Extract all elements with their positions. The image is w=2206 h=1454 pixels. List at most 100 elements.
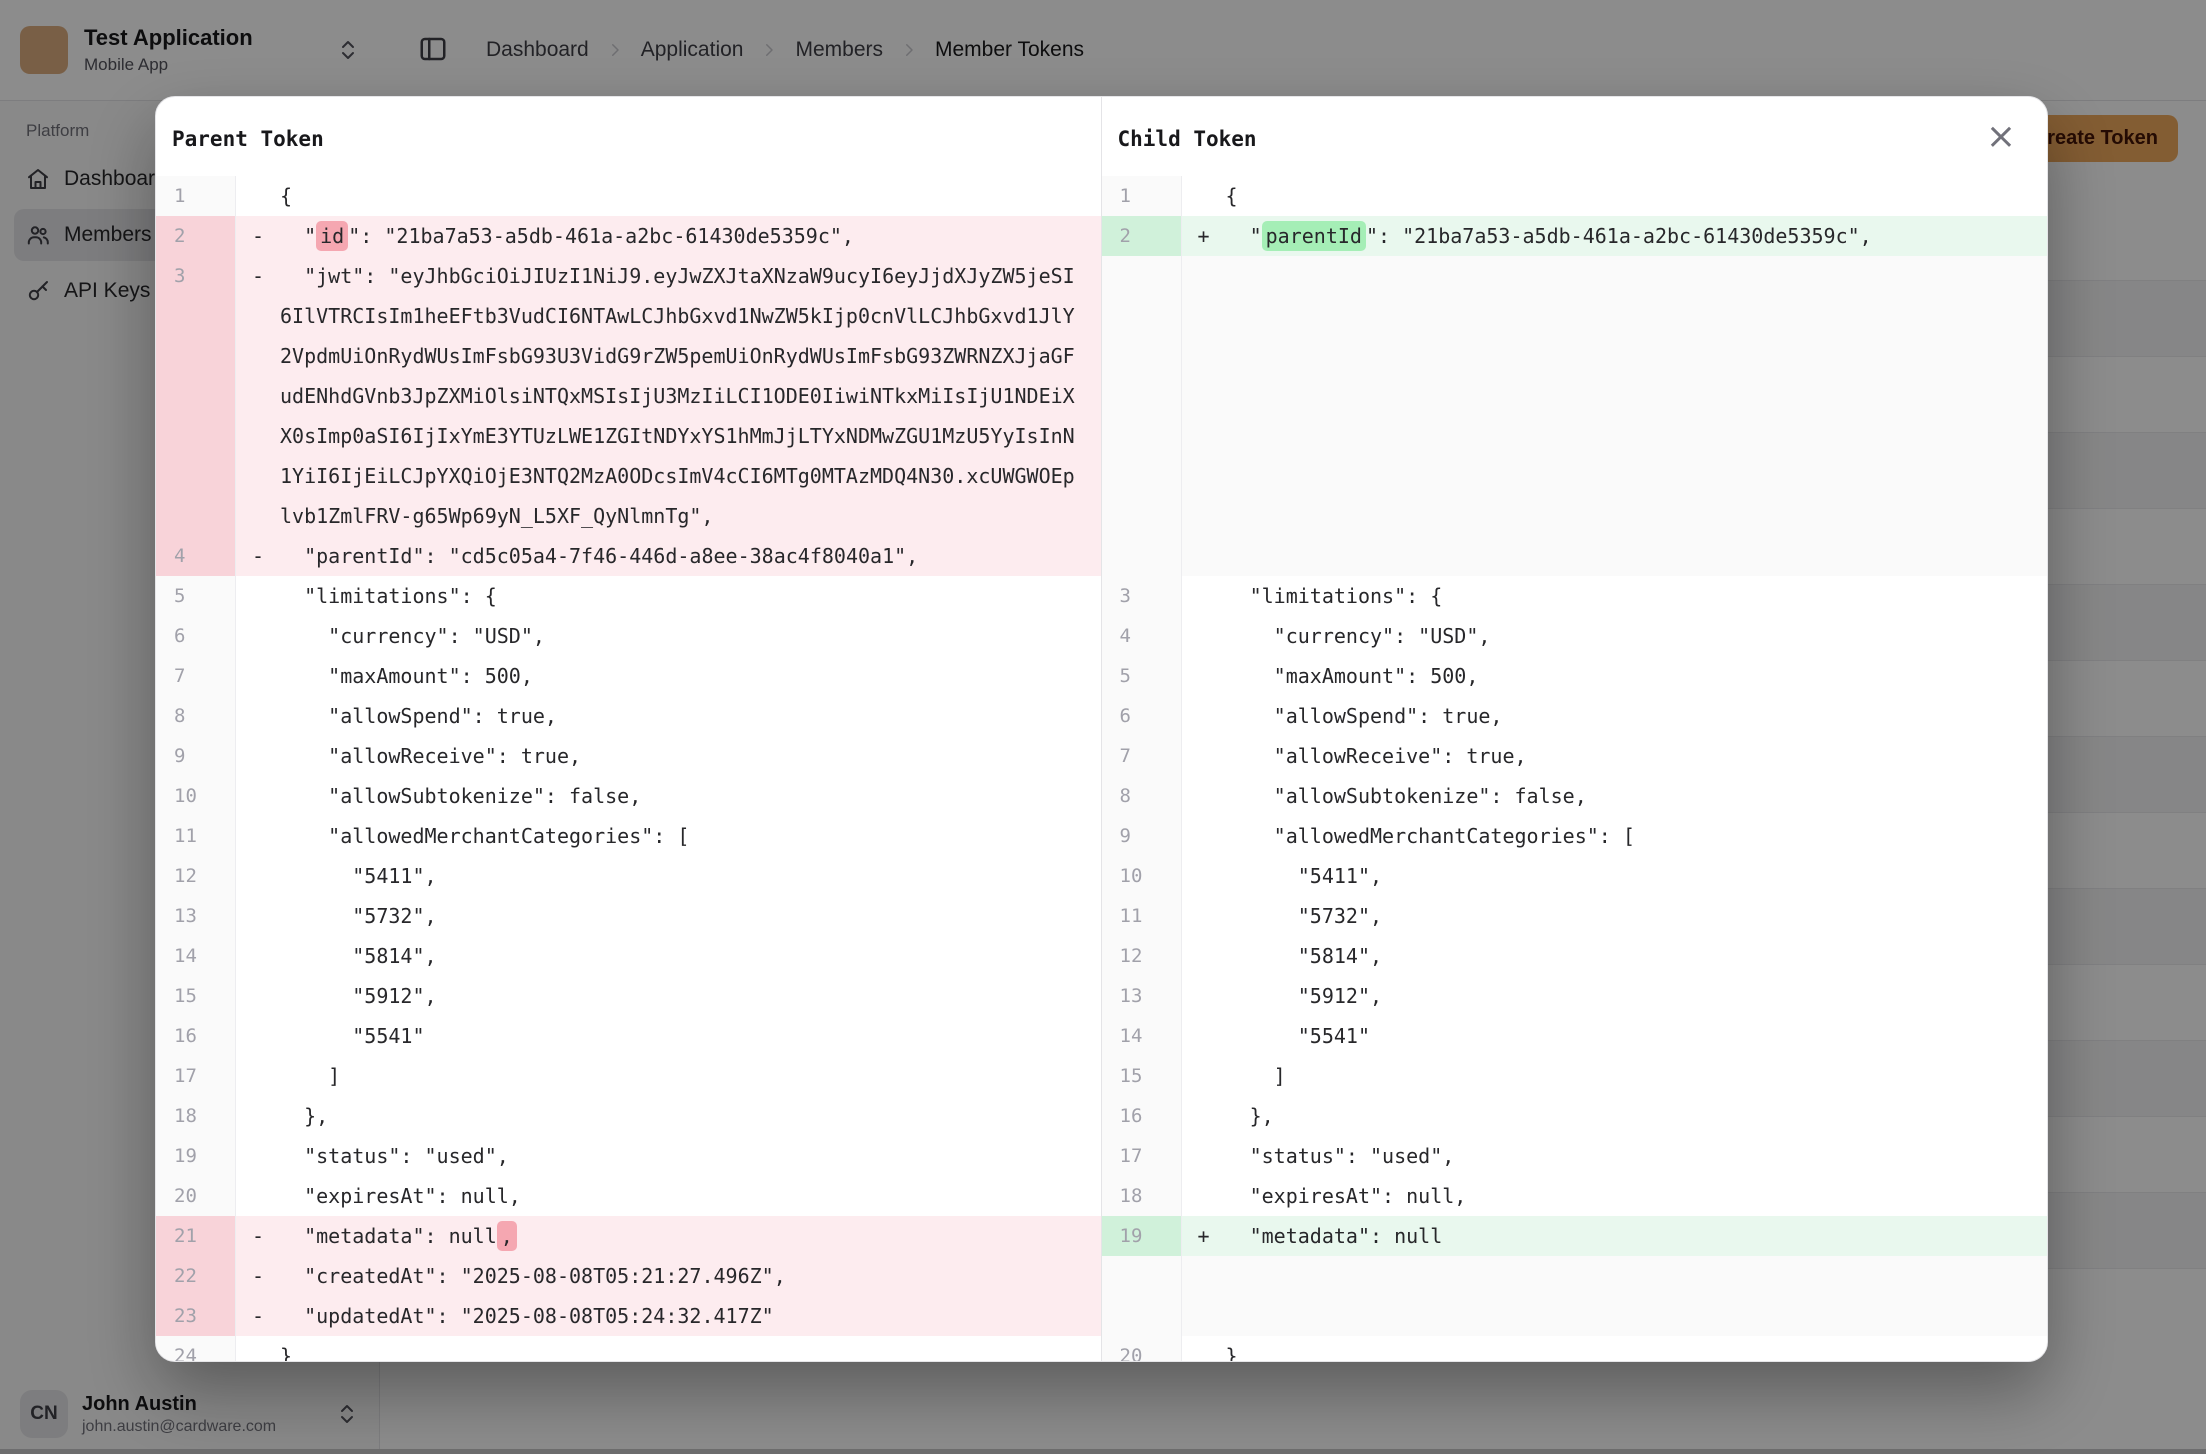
code-line: "5814", <box>1182 936 2048 976</box>
code-line: "5912", <box>236 976 1101 1016</box>
code-line: - "id": "21ba7a53-a5db-461a-a2bc-61430de… <box>236 216 1101 256</box>
diff-row-left-2: 2- "id": "21ba7a53-a5db-461a-a2bc-61430d… <box>156 216 1101 256</box>
diff-row-left-24: 24} <box>156 1336 1101 1361</box>
diff-row-right-14: 14 "5541" <box>1102 1016 2048 1056</box>
line-number: 18 <box>1102 1176 1182 1216</box>
code-line: + "metadata": null <box>1182 1216 2048 1256</box>
diff-row-left-9: 9 "allowReceive": true, <box>156 736 1101 776</box>
child-token-pane: Child Token 1{2+ "parentId": "21ba7a53-a… <box>1102 97 2048 1361</box>
line-number: 6 <box>156 616 236 656</box>
code-line: "allowReceive": true, <box>1182 736 2048 776</box>
code-line: "allowSubtokenize": false, <box>236 776 1101 816</box>
removed-sign: - <box>252 216 264 256</box>
code-line <box>1182 1256 2048 1336</box>
code-line: "limitations": { <box>236 576 1101 616</box>
code-line: { <box>236 176 1101 216</box>
diff-row-left-10: 10 "allowSubtokenize": false, <box>156 776 1101 816</box>
code-line: }, <box>1182 1096 2048 1136</box>
code-line: } <box>236 1336 1101 1361</box>
diff-spacer-right <box>1102 256 2048 576</box>
line-number: 19 <box>156 1136 236 1176</box>
line-number: 24 <box>156 1336 236 1361</box>
diff-row-right-17: 17 "status": "used", <box>1102 1136 2048 1176</box>
line-number: 7 <box>156 656 236 696</box>
added-sign: + <box>1198 1216 1210 1256</box>
code-line: "currency": "USD", <box>236 616 1101 656</box>
diff-row-right-16: 16 }, <box>1102 1096 2048 1136</box>
diff-row-right-6: 6 "allowSpend": true, <box>1102 696 2048 736</box>
code-line: "limitations": { <box>1182 576 2048 616</box>
child-token-title: Child Token <box>1102 97 2048 176</box>
line-number: 20 <box>156 1176 236 1216</box>
code-line: "5732", <box>236 896 1101 936</box>
diff-row-left-19: 19 "status": "used", <box>156 1136 1101 1176</box>
diff-row-left-16: 16 "5541" <box>156 1016 1101 1056</box>
token-diff: Parent Token 1{2- "id": "21ba7a53-a5db-4… <box>156 97 2047 1361</box>
code-line: "allowSpend": true, <box>236 696 1101 736</box>
diff-row-left-20: 20 "expiresAt": null, <box>156 1176 1101 1216</box>
code-line: "5732", <box>1182 896 2048 936</box>
line-number: 3 <box>1102 576 1182 616</box>
code-line: + "parentId": "21ba7a53-a5db-461a-a2bc-6… <box>1182 216 2048 256</box>
line-number: 21 <box>156 1216 236 1256</box>
line-number: 2 <box>1102 216 1182 256</box>
line-number: 16 <box>156 1016 236 1056</box>
diff-row-left-15: 15 "5912", <box>156 976 1101 1016</box>
code-line: "maxAmount": 500, <box>1182 656 2048 696</box>
diff-row-left-4: 4- "parentId": "cd5c05a4-7f46-446d-a8ee-… <box>156 536 1101 576</box>
parent-token-pane: Parent Token 1{2- "id": "21ba7a53-a5db-4… <box>156 97 1102 1361</box>
line-number <box>1102 256 1182 576</box>
diff-row-left-17: 17 ] <box>156 1056 1101 1096</box>
line-number: 4 <box>1102 616 1182 656</box>
code-line: - "updatedAt": "2025-08-08T05:24:32.417Z… <box>236 1296 1101 1336</box>
diff-row-right-1: 1{ <box>1102 176 2048 216</box>
diff-row-left-7: 7 "maxAmount": 500, <box>156 656 1101 696</box>
code-line: "currency": "USD", <box>1182 616 2048 656</box>
diff-row-right-18: 18 "expiresAt": null, <box>1102 1176 2048 1216</box>
code-line: }, <box>236 1096 1101 1136</box>
diff-row-right-10: 10 "5411", <box>1102 856 2048 896</box>
diff-row-left-1: 1{ <box>156 176 1101 216</box>
line-number: 17 <box>1102 1136 1182 1176</box>
removed-sign: - <box>252 536 264 576</box>
diff-row-right-5: 5 "maxAmount": 500, <box>1102 656 2048 696</box>
removed-sign: - <box>252 1256 264 1296</box>
diff-row-right-9: 9 "allowedMerchantCategories": [ <box>1102 816 2048 856</box>
line-number: 3 <box>156 256 236 536</box>
removed-sign: - <box>252 1296 264 1336</box>
line-number: 16 <box>1102 1096 1182 1136</box>
line-number: 10 <box>1102 856 1182 896</box>
diff-row-right-19: 19+ "metadata": null <box>1102 1216 2048 1256</box>
code-line: "status": "used", <box>1182 1136 2048 1176</box>
removed-sign: - <box>252 256 264 296</box>
line-number: 12 <box>156 856 236 896</box>
diff-row-right-7: 7 "allowReceive": true, <box>1102 736 2048 776</box>
line-number: 20 <box>1102 1336 1182 1361</box>
code-line: - "parentId": "cd5c05a4-7f46-446d-a8ee-3… <box>236 536 1101 576</box>
line-number: 12 <box>1102 936 1182 976</box>
line-number: 19 <box>1102 1216 1182 1256</box>
diff-row-left-18: 18 }, <box>156 1096 1101 1136</box>
code-line: ] <box>236 1056 1101 1096</box>
line-number: 10 <box>156 776 236 816</box>
line-number: 6 <box>1102 696 1182 736</box>
diff-row-right-4: 4 "currency": "USD", <box>1102 616 2048 656</box>
close-button[interactable]: × <box>1979 115 2023 159</box>
line-number: 13 <box>156 896 236 936</box>
line-number: 11 <box>156 816 236 856</box>
child-token-rows: 1{2+ "parentId": "21ba7a53-a5db-461a-a2b… <box>1102 176 2048 1361</box>
code-line: "5912", <box>1182 976 2048 1016</box>
diff-row-right-2: 2+ "parentId": "21ba7a53-a5db-461a-a2bc-… <box>1102 216 2048 256</box>
added-sign: + <box>1198 216 1210 256</box>
line-number: 22 <box>156 1256 236 1296</box>
diff-row-left-8: 8 "allowSpend": true, <box>156 696 1101 736</box>
code-line: "5541" <box>1182 1016 2048 1056</box>
diff-row-left-5: 5 "limitations": { <box>156 576 1101 616</box>
line-number: 7 <box>1102 736 1182 776</box>
code-line: - "jwt": "eyJhbGciOiJIUzI1NiJ9.eyJwZXJta… <box>236 256 1101 536</box>
parent-token-title: Parent Token <box>156 97 1101 176</box>
line-number: 17 <box>156 1056 236 1096</box>
line-number: 1 <box>156 176 236 216</box>
code-line: "allowSubtokenize": false, <box>1182 776 2048 816</box>
line-number: 2 <box>156 216 236 256</box>
